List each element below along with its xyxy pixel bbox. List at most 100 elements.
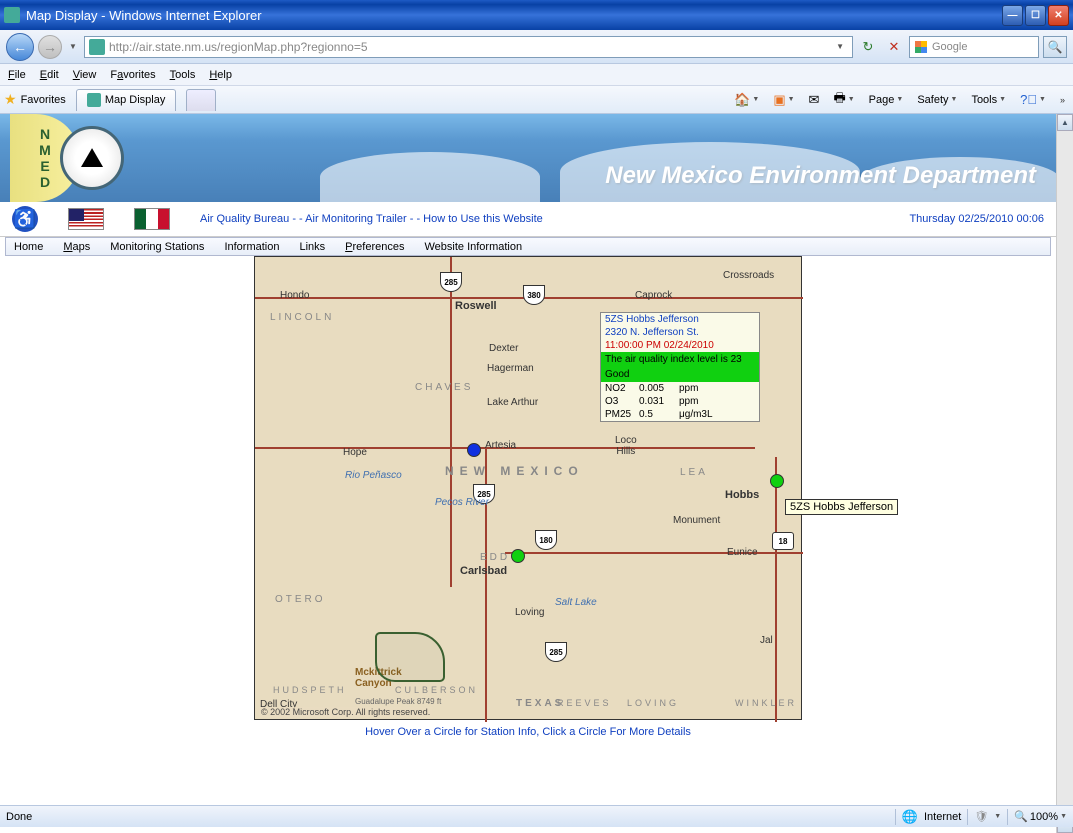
zoom-level: 100% [1030,811,1058,823]
favorites-label[interactable]: Favorites [21,94,66,106]
city-carlsbad: Carlsbad [460,565,507,577]
state-nm: NEW MEXICO [445,464,584,478]
station-carlsbad[interactable] [511,549,525,563]
flag-us[interactable] [68,208,104,230]
link-howto[interactable]: How to Use this Website [423,213,543,225]
browser-navbar: ← → ▼ http://air.state.nm.us/regionMap.p… [0,30,1073,64]
shield-380: 380 [523,285,545,305]
county-otero: OTERO [275,594,326,605]
accessibility-icon[interactable]: ♿ [12,206,38,232]
nav-stations[interactable]: Monitoring Stations [110,241,204,253]
url-text: http://air.state.nm.us/regionMap.php?reg… [109,40,832,54]
link-aqb[interactable]: Air Quality Bureau [200,213,289,225]
city-crossroads: Crossroads [723,270,774,281]
nav-maps[interactable]: Maps [63,241,90,253]
nav-prefs[interactable]: Preferences [345,241,404,253]
toolbar-overflow[interactable]: » [1056,95,1069,105]
shield-285: 285 [440,272,462,292]
vertical-scrollbar[interactable]: ▲ ▼ [1056,114,1073,833]
forward-button[interactable]: → [38,35,62,59]
back-button[interactable]: ← [6,33,34,61]
popup-aqi-text: The air quality index level is 23 [601,352,759,367]
menu-favorites[interactable]: Favorites [110,69,155,81]
city-hagerman: Hagerman [487,363,534,374]
station-hobbs[interactable] [770,474,784,488]
help-icon: ?⃝ [1020,92,1037,107]
map-caption: Hover Over a Circle for Station Info, Cl… [365,726,691,738]
zoom-control[interactable]: 🔍 100% ▼ [1014,810,1067,823]
search-box[interactable]: Google [909,36,1039,58]
tab-map-display[interactable]: Map Display [76,89,177,111]
station-artesia[interactable] [467,443,481,457]
region-map[interactable]: 285 380 285 180 18 285 Roswell Hondo Cap… [254,256,802,720]
nmed-logo: NMED ⛰ [0,114,200,202]
search-button[interactable]: 🔍 [1043,36,1067,58]
help-button[interactable]: ?⃝▼ [1016,90,1050,109]
county-lea: LEA [680,467,708,478]
window-title: Map Display - Windows Internet Explorer [26,8,1002,23]
city-jal: Jal [760,635,773,646]
favorites-star-icon[interactable]: ★ [4,91,17,108]
stop-button[interactable]: ✕ [883,36,905,58]
status-text: Done [6,811,32,823]
minimize-button[interactable]: — [1002,5,1023,26]
google-icon [914,40,928,54]
protected-mode-icon[interactable]: 🛡 [974,810,988,823]
security-zone: Internet [924,811,961,823]
mail-icon: ✉ [809,92,820,108]
mail-button[interactable]: ✉ [805,90,824,110]
menu-file[interactable]: File [8,69,26,81]
address-dropdown[interactable]: ▼ [832,42,848,51]
nav-home[interactable]: Home [14,241,43,253]
close-button[interactable]: ✕ [1048,5,1069,26]
nav-links[interactable]: Links [299,241,325,253]
feeds-button[interactable]: ▣▼ [769,90,798,110]
address-bar[interactable]: http://air.state.nm.us/regionMap.php?reg… [84,36,853,58]
site-nav: Home Maps Monitoring Stations Informatio… [5,237,1051,256]
shield-285c: 285 [545,642,567,662]
page-menu[interactable]: Page▼ [865,92,908,108]
zoom-icon: 🔍 [1014,810,1028,823]
globe-icon: 🌐 [902,809,918,825]
county-reeves: REEVES [557,698,612,708]
city-roswell: Roswell [455,300,497,312]
menu-help[interactable]: Help [209,69,232,81]
search-placeholder: Google [932,41,967,53]
station-tooltip: 5ZS Hobbs Jefferson [785,499,898,515]
nav-website-info[interactable]: Website Information [424,241,522,253]
ie-icon [4,7,20,23]
menu-tools[interactable]: Tools [170,69,196,81]
safety-menu[interactable]: Safety▼ [913,92,961,108]
new-tab-button[interactable] [186,89,216,111]
popup-meas-row: PM250.5μg/m3L [601,408,759,421]
popup-aqi-category: Good [601,367,759,382]
city-hondo: Hondo [280,290,309,301]
county-culberson: CULBERSON [395,685,478,695]
county-winkler: WINKLER [735,698,797,708]
city-hobbs: Hobbs [725,489,759,501]
flag-mexico[interactable] [134,208,170,230]
menu-edit[interactable]: Edit [40,69,59,81]
link-trailer[interactable]: Air Monitoring Trailer [305,213,406,225]
menu-view[interactable]: View [73,69,97,81]
tab-title: Map Display [105,94,166,106]
tools-menu[interactable]: Tools▼ [967,92,1010,108]
popup-station-name: 5ZS Hobbs Jefferson [601,313,759,326]
city-locohills: LocoHills [615,435,637,457]
shield-18: 18 [772,532,794,550]
shield-180: 180 [535,530,557,550]
nav-history-dropdown[interactable]: ▼ [66,37,80,57]
refresh-button[interactable]: ↻ [857,36,879,58]
tab-icon [87,93,101,107]
maximize-button[interactable]: ☐ [1025,5,1046,26]
header-links: Air Quality Bureau - - Air Monitoring Tr… [200,213,543,225]
page-icon [89,39,105,55]
print-button[interactable]: 🖶▼ [829,87,858,113]
home-button[interactable]: 🏠▼ [730,90,763,110]
popup-timestamp: 11:00:00 PM 02/24/2010 [601,339,759,352]
city-caprock: Caprock [635,290,672,301]
scroll-up-button[interactable]: ▲ [1057,114,1073,131]
nav-info[interactable]: Information [224,241,279,253]
popup-address: 2320 N. Jefferson St. [601,326,759,339]
city-loving: Loving [515,607,544,618]
